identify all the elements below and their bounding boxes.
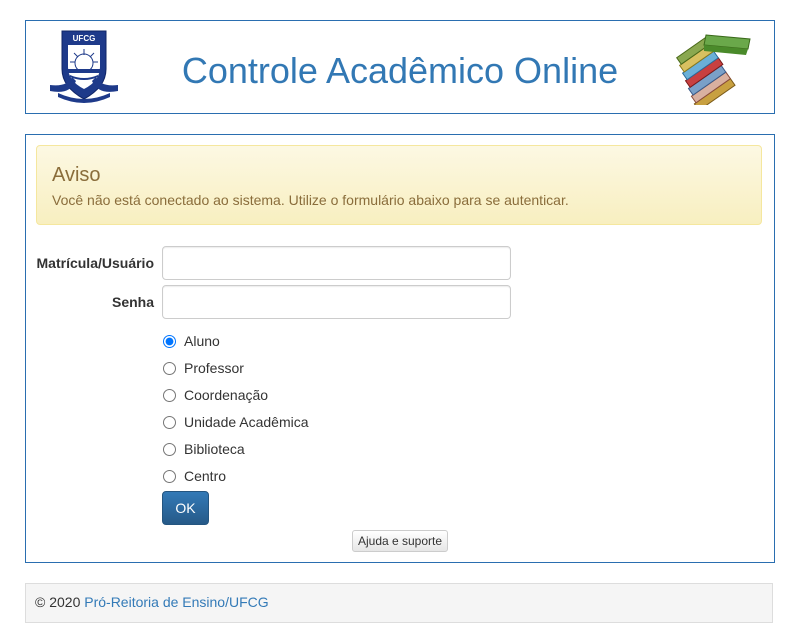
- role-label: Professor: [184, 360, 244, 376]
- username-label: Matrícula/Usuário: [36, 255, 154, 271]
- role-label: Centro: [184, 468, 227, 484]
- role-radio-aluno[interactable]: [163, 334, 176, 348]
- role-option-professor[interactable]: Professor: [162, 358, 244, 378]
- role-label: Unidade Acadêmica: [184, 414, 309, 430]
- role-option-biblioteca[interactable]: Biblioteca: [162, 439, 245, 459]
- role-option-aluno[interactable]: Aluno: [162, 331, 220, 351]
- role-option-coordenacao[interactable]: Coordenação: [162, 385, 268, 405]
- warning-alert: Aviso Você não está conectado ao sistema…: [36, 145, 762, 225]
- help-support-button[interactable]: Ajuda e suporte: [352, 530, 448, 552]
- page-title: Controle Acadêmico Online: [181, 50, 619, 91]
- role-radio-professor[interactable]: [163, 361, 176, 375]
- role-option-centro[interactable]: Centro: [162, 466, 226, 486]
- username-row: Matrícula/Usuário: [26, 246, 774, 280]
- books-icon: [676, 34, 751, 105]
- role-option-unidade-academica[interactable]: Unidade Acadêmica: [162, 412, 309, 432]
- ok-button[interactable]: OK: [162, 491, 209, 525]
- role-label: Aluno: [184, 333, 220, 349]
- logo-text: UFCG: [73, 34, 96, 43]
- alert-title: Aviso: [52, 164, 101, 186]
- alert-message: Você não está conectado ao sistema. Util…: [52, 192, 569, 208]
- username-input[interactable]: [162, 246, 511, 280]
- password-label: Senha: [111, 294, 154, 310]
- role-radio-biblioteca[interactable]: [163, 442, 176, 456]
- password-input[interactable]: [162, 285, 511, 319]
- role-label: Biblioteca: [184, 441, 245, 457]
- footer: © 2020 Pró-Reitoria de Ensino/UFCG: [25, 583, 773, 623]
- role-radio-centro[interactable]: [163, 469, 176, 483]
- copyright-text: © 2020: [35, 594, 81, 610]
- role-radio-coordenacao[interactable]: [163, 388, 176, 402]
- role-radio-unidade-academica[interactable]: [163, 415, 176, 429]
- footer-link[interactable]: Pró-Reitoria de Ensino/UFCG: [84, 594, 268, 610]
- role-label: Coordenação: [184, 387, 269, 403]
- header-panel: UFCG Controle Acadêmico Online: [25, 20, 775, 114]
- password-row: Senha: [26, 285, 774, 319]
- login-panel: Aviso Você não está conectado ao sistema…: [25, 134, 775, 563]
